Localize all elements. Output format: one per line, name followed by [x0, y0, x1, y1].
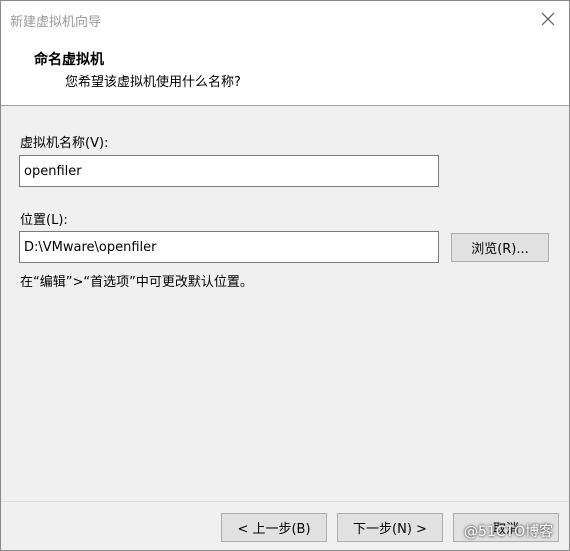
title-bar: 新建虚拟机向导	[1, 1, 569, 37]
close-button[interactable]	[533, 5, 563, 33]
location-label: 位置(L):	[20, 213, 68, 228]
back-button[interactable]: < 上一步(B)	[221, 513, 327, 542]
page-subtitle: 您希望该虚拟机使用什么名称?	[65, 75, 241, 90]
location-input[interactable]	[19, 231, 439, 263]
browse-button[interactable]: 浏览(R)...	[451, 233, 549, 262]
page-title: 命名虚拟机	[34, 52, 104, 68]
vm-name-input[interactable]	[19, 155, 439, 187]
vm-name-label: 虚拟机名称(V):	[20, 136, 109, 151]
location-hint: 在“编辑”>“首选项”中可更改默认位置。	[20, 275, 253, 290]
close-icon	[541, 12, 555, 26]
window-title: 新建虚拟机向导	[10, 15, 102, 30]
new-vm-wizard-dialog: 新建虚拟机向导 命名虚拟机 您希望该虚拟机使用什么名称? 虚拟机名称(V): 位…	[0, 0, 570, 551]
next-button[interactable]: 下一步(N) >	[337, 513, 443, 542]
cancel-button[interactable]: 取消	[453, 513, 559, 542]
footer-separator	[1, 501, 569, 502]
wizard-header: 命名虚拟机 您希望该虚拟机使用什么名称?	[1, 37, 569, 106]
